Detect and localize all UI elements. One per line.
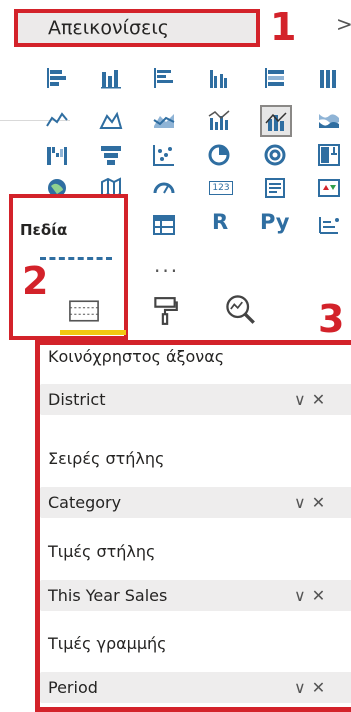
clustered-bar-chart-icon[interactable] [151,65,177,91]
fields-tab-tooltip: Πεδία [20,221,68,239]
well-field-pill-category[interactable]: Category ∨ ✕ [40,487,351,518]
remove-field-icon[interactable]: ✕ [312,580,325,611]
line-chart-icon[interactable] [44,107,70,133]
chevron-down-icon[interactable]: ∨ [294,487,306,518]
partially-hidden-icons [40,257,112,274]
well-label-column-series: Σειρές στήλης [48,449,165,468]
stacked-area-chart-icon[interactable] [151,107,177,133]
multi-row-card-icon[interactable] [262,175,288,201]
pie-chart-icon[interactable] [206,142,232,168]
key-influencers-icon[interactable] [316,212,342,238]
line-stacked-column-chart-icon[interactable] [260,105,292,137]
field-name: District [48,390,106,409]
well-field-pill-district[interactable]: District ∨ ✕ [40,384,351,415]
remove-field-icon[interactable]: ✕ [312,384,325,415]
visualizations-pane-title: Απεικονίσεις [14,9,260,47]
field-name: This Year Sales [48,586,168,605]
matrix-icon[interactable] [151,212,177,238]
funnel-chart-icon[interactable] [98,142,124,168]
more-visuals-button[interactable]: ... [154,253,179,277]
card-icon[interactable]: 123 [206,175,236,201]
callout-number-2: 2 [22,259,49,303]
chevron-down-icon[interactable]: ∨ [294,580,306,611]
well-label-shared-axis: Κοινόχρηστος άξονας [48,347,225,366]
format-paint-roller-icon[interactable] [150,294,180,328]
100-percent-bar-chart-icon[interactable] [262,65,288,91]
gauge-icon[interactable] [151,175,177,201]
treemap-icon[interactable] [316,142,342,168]
chevron-down-icon[interactable]: ∨ [294,384,306,415]
donut-chart-icon[interactable] [262,142,288,168]
field-name: Category [48,493,122,512]
callout-number-3: 3 [318,297,345,341]
100-percent-column-chart-icon[interactable] [316,65,342,91]
clustered-column-chart-icon[interactable] [206,65,232,91]
stacked-column-chart-icon[interactable] [98,65,124,91]
remove-field-icon[interactable]: ✕ [312,672,325,703]
well-field-pill-this-year-sales[interactable]: This Year Sales ∨ ✕ [40,580,351,611]
scatter-chart-icon[interactable] [151,142,177,168]
fields-tab-icon[interactable] [66,296,102,326]
callout-number-1: 1 [270,5,297,49]
well-field-pill-period[interactable]: Period ∨ ✕ [40,672,351,703]
remove-field-icon[interactable]: ✕ [312,487,325,518]
chevron-down-icon[interactable]: ∨ [294,672,306,703]
well-label-column-values: Τιμές στήλης [48,542,156,561]
waterfall-chart-icon[interactable] [44,142,70,168]
area-chart-icon[interactable] [98,107,124,133]
well-label-line-values: Τιμές γραμμής [48,634,167,653]
field-name: Period [48,678,98,697]
collapse-pane-icon[interactable]: > [336,12,351,36]
kpi-icon[interactable] [316,175,342,201]
python-visual-icon[interactable]: Py [260,210,289,234]
analytics-magnifier-icon[interactable] [222,292,258,326]
card-icon-number: 123 [209,181,233,195]
r-script-visual-icon[interactable]: R [212,210,228,234]
line-clustered-column-chart-icon[interactable] [206,107,232,133]
stacked-bar-chart-icon[interactable] [44,65,70,91]
active-tab-indicator [60,330,126,335]
ribbon-chart-icon[interactable] [316,107,342,133]
